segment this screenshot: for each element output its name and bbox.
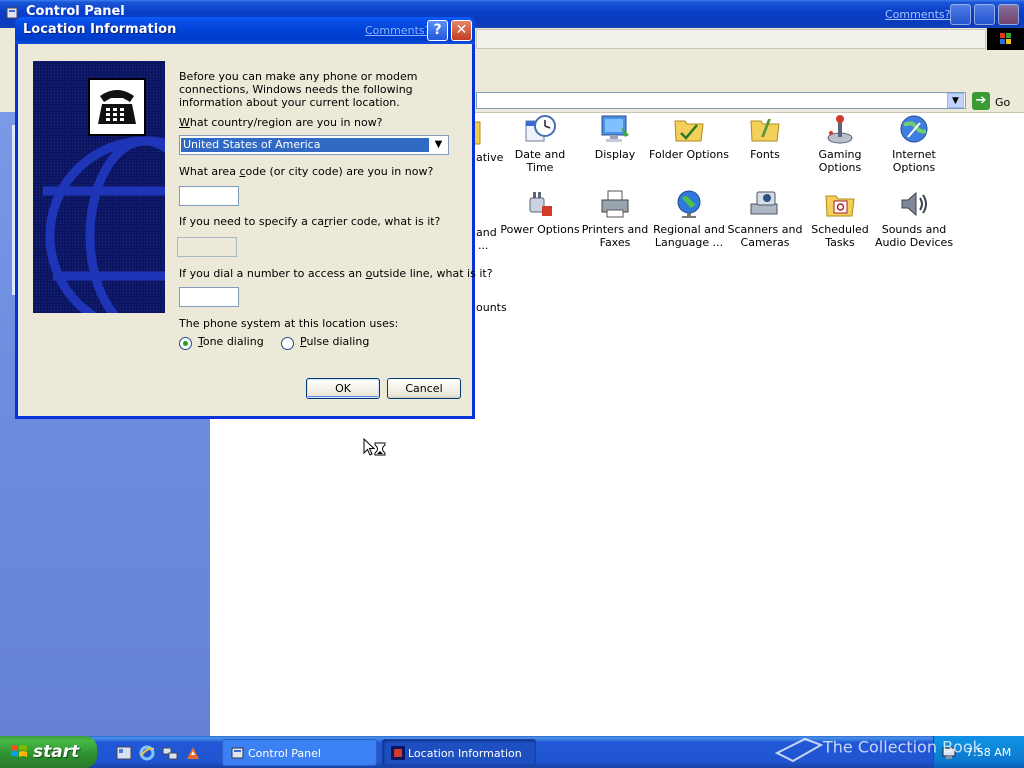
cp-icon-regional-and-language[interactable]: Regional and Language ... bbox=[649, 188, 729, 249]
taskbar-button-label: Control Panel bbox=[248, 747, 321, 760]
country-label: What country/region are you in now? bbox=[179, 116, 383, 129]
partial-label-row2-ellipsis[interactable]: ... bbox=[478, 239, 489, 252]
cp-icon-label: Power Options bbox=[500, 223, 580, 236]
watermark: The Collection Book bbox=[774, 733, 982, 763]
chevron-down-icon[interactable]: ▼ bbox=[430, 137, 447, 153]
area-code-input[interactable] bbox=[179, 186, 239, 206]
phone-system-label: The phone system at this location uses: bbox=[179, 317, 399, 330]
cp-icon-date-and-time[interactable]: Date and Time bbox=[500, 113, 580, 174]
carrier-code-label: If you need to specify a carrier code, w… bbox=[179, 215, 441, 228]
go-arrow-icon[interactable]: ➔ bbox=[972, 92, 990, 110]
cp-icon-internet-options[interactable]: Internet Options bbox=[874, 113, 954, 174]
cp-icon-label: Date and Time bbox=[514, 148, 566, 174]
folder-icon bbox=[674, 120, 704, 142]
address-input[interactable] bbox=[476, 92, 966, 109]
cp-icon-label: Folder Options bbox=[649, 148, 729, 161]
outside-line-input[interactable] bbox=[179, 287, 239, 307]
maximize-button[interactable] bbox=[974, 4, 995, 25]
pulse-dialing-radio[interactable] bbox=[281, 337, 294, 350]
cp-icon-label: Printers and Faxes bbox=[581, 223, 649, 249]
start-label[interactable]: start bbox=[33, 742, 79, 762]
carrier-code-input[interactable] bbox=[177, 237, 237, 257]
cp-icon-power-options[interactable]: Power Options bbox=[500, 188, 580, 236]
cancel-button[interactable]: Cancel bbox=[387, 378, 461, 399]
power-plug-icon bbox=[529, 192, 552, 216]
partial-label-user-accounts[interactable]: ounts bbox=[476, 301, 507, 314]
menu-bar-field bbox=[476, 29, 986, 49]
globe-network-icon bbox=[900, 115, 928, 143]
cp-icon-fonts[interactable]: Fonts bbox=[725, 113, 805, 161]
cp-icon-label: Display bbox=[594, 148, 636, 161]
show-desktop-icon[interactable] bbox=[116, 745, 132, 761]
ok-button[interactable]: OK bbox=[306, 378, 380, 399]
dialog-intro-text: Before you can make any phone or modem c… bbox=[179, 70, 418, 109]
outside-line-label: If you dial a number to access an outsid… bbox=[179, 267, 493, 280]
cp-icon-scheduled-tasks[interactable]: Scheduled Tasks bbox=[800, 188, 880, 249]
cp-icon-label: Gaming Options bbox=[818, 148, 862, 174]
telephone-icon bbox=[88, 78, 146, 136]
control-panel-icon bbox=[231, 747, 244, 759]
address-dropdown-icon[interactable]: ▼ bbox=[947, 93, 964, 108]
globe-icon bbox=[677, 190, 701, 218]
monitor-icon bbox=[601, 115, 629, 142]
speaker-icon bbox=[901, 191, 927, 217]
cp-icon-label: Regional and Language ... bbox=[653, 223, 725, 249]
cp-icon-sounds-and-audio-devices[interactable]: Sounds and Audio Devices bbox=[874, 188, 954, 249]
close-button[interactable] bbox=[998, 4, 1019, 25]
dialog-title: Location Information bbox=[23, 22, 177, 37]
cp-icon-label: Scheduled Tasks bbox=[811, 223, 869, 249]
cp-icon-label: Scanners and Cameras bbox=[727, 223, 803, 249]
tone-dialing-label[interactable]: Tone dialing bbox=[198, 335, 264, 348]
windows-logo bbox=[987, 28, 1024, 50]
dialog-comments-link[interactable]: Comments? bbox=[365, 24, 430, 37]
network-icon[interactable] bbox=[162, 745, 178, 761]
taskbar-button-location-information[interactable]: Location Information bbox=[382, 739, 536, 766]
cp-icon-scanners-and-cameras[interactable]: Scanners and Cameras bbox=[725, 188, 805, 249]
cp-icon-label: Fonts bbox=[750, 148, 780, 161]
minimize-button[interactable] bbox=[950, 4, 971, 25]
cp-icon-label: Internet Options bbox=[892, 148, 936, 174]
dialog-close-button[interactable]: ✕ bbox=[451, 20, 472, 41]
cp-icon-printers-and-faxes[interactable]: Printers and Faxes bbox=[575, 188, 655, 249]
go-button[interactable]: Go bbox=[995, 96, 1010, 109]
cp-icon-gaming-options[interactable]: Gaming Options bbox=[800, 113, 880, 174]
printer-icon bbox=[601, 190, 629, 218]
taskbar-button-control-panel[interactable]: Control Panel bbox=[222, 739, 377, 766]
taskbar-button-label: Location Information bbox=[408, 747, 522, 760]
telephone-icon bbox=[391, 746, 405, 760]
calendar-folder-icon bbox=[825, 195, 855, 217]
watermark-text: The Collection Book bbox=[823, 737, 982, 757]
internet-explorer-icon[interactable] bbox=[139, 745, 155, 761]
joystick-icon bbox=[827, 115, 853, 144]
cp-icon-label: Sounds and Audio Devices bbox=[874, 223, 954, 249]
country-region-value[interactable]: United States of America bbox=[180, 137, 430, 153]
cp-icon-display[interactable]: Display bbox=[575, 113, 655, 161]
pulse-dialing-label[interactable]: Pulse dialing bbox=[300, 335, 369, 348]
windows-flag-icon bbox=[11, 745, 27, 757]
tone-dialing-radio[interactable] bbox=[179, 337, 192, 350]
area-code-label: What area code (or city code) are you in… bbox=[179, 165, 434, 178]
media-player-icon[interactable] bbox=[185, 745, 201, 761]
clock-icon bbox=[525, 115, 556, 142]
help-button[interactable]: ? bbox=[427, 20, 448, 41]
partial-label-row2[interactable]: and bbox=[476, 226, 497, 239]
windows-flag-icon bbox=[1000, 33, 1011, 44]
busy-cursor-icon bbox=[363, 438, 386, 456]
fonts-folder-icon bbox=[750, 119, 780, 142]
control-panel-comments-link[interactable]: Comments? bbox=[885, 8, 950, 21]
cp-icon-folder-options[interactable]: Folder Options bbox=[649, 113, 729, 161]
scanner-icon bbox=[750, 191, 778, 215]
book-watermark-icon bbox=[774, 737, 824, 763]
